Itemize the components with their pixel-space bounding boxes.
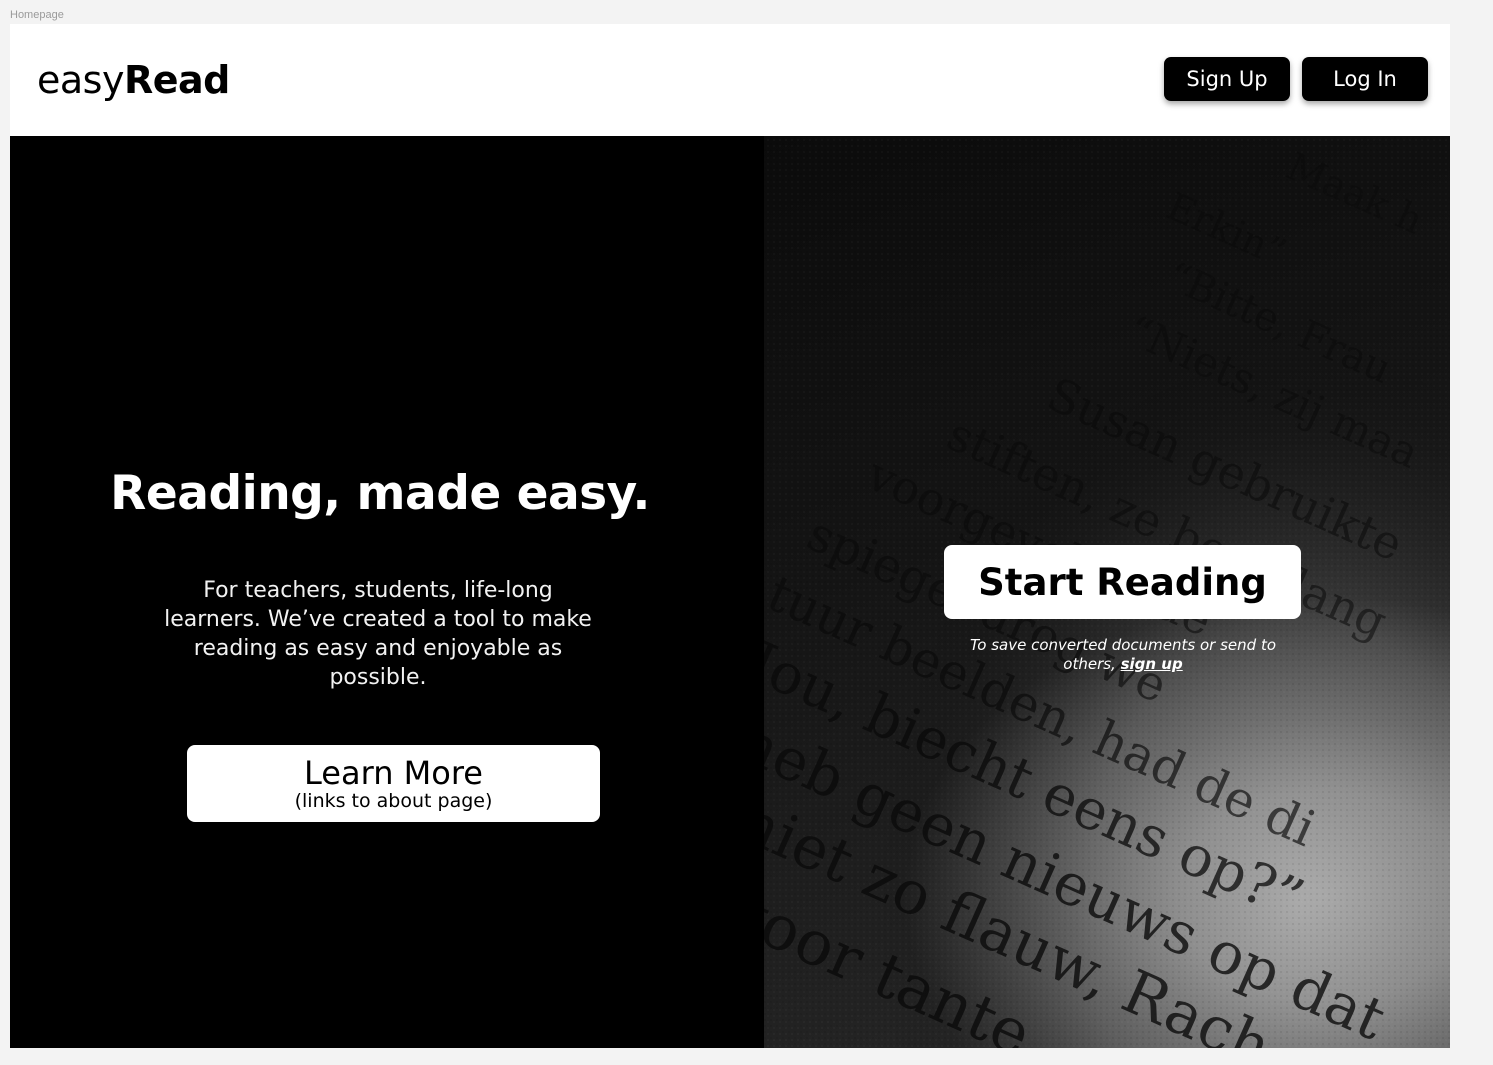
- hero-left-panel: Reading, made easy. For teachers, studen…: [10, 136, 764, 1048]
- learn-more-button[interactable]: Learn More (links to about page): [187, 745, 600, 822]
- frame-label: Homepage: [10, 9, 64, 21]
- hero-subtext: For teachers, students, life-long learne…: [164, 578, 592, 690]
- log-in-button[interactable]: Log In: [1302, 57, 1428, 101]
- homepage-frame: easyRead Sign Up Log In Reading, made ea…: [10, 24, 1450, 1048]
- learn-more-note: (links to about page): [294, 789, 493, 812]
- sign-up-link[interactable]: sign up: [1121, 655, 1183, 673]
- top-header: easyRead Sign Up Log In: [10, 24, 1450, 136]
- logo-text-light: easy: [37, 58, 124, 102]
- start-reading-button[interactable]: Start Reading: [944, 545, 1301, 619]
- learn-more-label: Learn More: [304, 753, 483, 792]
- start-reading-note: To save converted documents or send to o…: [964, 636, 1282, 674]
- sign-up-button[interactable]: Sign Up: [1164, 57, 1290, 101]
- hero-right-panel: Maak h Erkin” “Bitte, Frau “Niets, zij maa S…: [764, 136, 1450, 1048]
- logo-text-bold: Read: [123, 58, 230, 102]
- easyread-logo[interactable]: easyRead: [37, 58, 230, 102]
- hero-headline: Reading, made easy.: [110, 466, 650, 521]
